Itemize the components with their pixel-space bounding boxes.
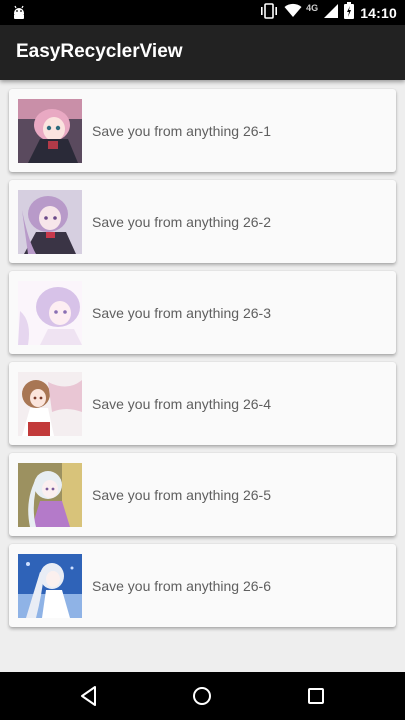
item-thumbnail bbox=[18, 372, 82, 436]
list-item[interactable]: Save you from anything 26-5 bbox=[9, 453, 396, 536]
item-label: Save you from anything 26-2 bbox=[92, 214, 271, 230]
list-item[interactable]: Save you from anything 26-2 bbox=[9, 180, 396, 263]
signal-icon bbox=[324, 3, 339, 23]
android-debug-icon bbox=[10, 4, 28, 22]
recents-icon[interactable] bbox=[304, 684, 328, 708]
item-label: Save you from anything 26-1 bbox=[92, 123, 271, 139]
item-thumbnail bbox=[18, 554, 82, 618]
list-item[interactable]: Save you from anything 26-1 bbox=[9, 89, 396, 172]
item-thumbnail bbox=[18, 99, 82, 163]
list-item[interactable]: Save you from anything 26-3 bbox=[9, 271, 396, 354]
item-label: Save you from anything 26-6 bbox=[92, 578, 271, 594]
home-icon[interactable] bbox=[190, 684, 214, 708]
item-label: Save you from anything 26-3 bbox=[92, 305, 271, 321]
status-time: 14:10 bbox=[360, 5, 397, 21]
wifi-icon bbox=[284, 3, 302, 23]
back-icon[interactable] bbox=[77, 684, 101, 708]
vibrate-icon bbox=[260, 2, 278, 24]
list-item[interactable]: Save you from anything 26-4 bbox=[9, 362, 396, 445]
app-title: EasyRecyclerView bbox=[16, 41, 183, 62]
item-label: Save you from anything 26-5 bbox=[92, 487, 271, 503]
recycler-list[interactable]: Save you from anything 26-1 Save you fro… bbox=[0, 80, 405, 672]
navigation-bar bbox=[0, 672, 405, 720]
battery-icon bbox=[344, 2, 355, 24]
list-item[interactable]: Save you from anything 26-6 bbox=[9, 544, 396, 627]
network-type-label: 4G bbox=[306, 3, 319, 13]
app-bar: EasyRecyclerView bbox=[0, 25, 405, 80]
status-bar: 4G 14:10 bbox=[0, 0, 405, 25]
item-label: Save you from anything 26-4 bbox=[92, 396, 271, 412]
item-thumbnail bbox=[18, 281, 82, 345]
item-thumbnail bbox=[18, 463, 82, 527]
item-thumbnail bbox=[18, 190, 82, 254]
